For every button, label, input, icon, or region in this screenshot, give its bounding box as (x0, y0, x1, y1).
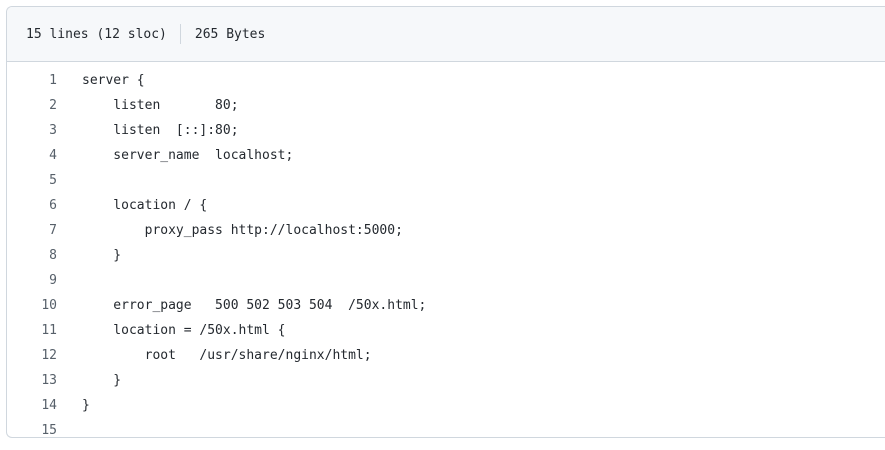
file-line-count: 15 lines (12 sloc) (26, 26, 167, 42)
line-code-text (82, 168, 426, 193)
file-size: 265 Bytes (194, 26, 266, 42)
line-code-text (82, 418, 426, 437)
code-line: 3 listen [::]:80; (7, 118, 426, 143)
line-number[interactable]: 14 (7, 393, 82, 418)
line-code-text: server { (82, 73, 145, 88)
line-code-text: } (82, 373, 122, 388)
line-number[interactable]: 15 (7, 418, 82, 437)
line-code-text: error_page 500 502 503 504 /50x.html; (82, 298, 427, 313)
line-number[interactable]: 3 (7, 118, 82, 143)
code-line: 6 location / { (7, 193, 426, 218)
code-line: 12 root /usr/share/nginx/html; (7, 343, 426, 368)
line-code-text (82, 268, 426, 293)
line-number[interactable]: 10 (7, 293, 82, 318)
line-number[interactable]: 12 (7, 343, 82, 368)
code-line: 1 server { (7, 68, 426, 93)
line-code-text: listen 80; (82, 98, 239, 113)
line-number[interactable]: 13 (7, 368, 82, 393)
line-number[interactable]: 1 (7, 68, 82, 93)
code-line: 15 (7, 418, 426, 437)
line-number[interactable]: 5 (7, 168, 82, 193)
file-header: 15 lines (12 sloc) 265 Bytes (7, 7, 885, 62)
line-code-text: proxy_pass http://localhost:5000; (82, 223, 403, 238)
line-number[interactable]: 8 (7, 243, 82, 268)
line-number[interactable]: 2 (7, 93, 82, 118)
line-number[interactable]: 9 (7, 268, 82, 293)
code-line: 8 } (7, 243, 426, 268)
line-number[interactable]: 4 (7, 143, 82, 168)
code-line: 10 error_page 500 502 503 504 /50x.html; (7, 293, 426, 318)
code-table: 1 server {2 listen 80; 3 listen [::]:80; 4 … (7, 68, 426, 437)
line-code-text: } (82, 398, 90, 413)
line-number[interactable]: 11 (7, 318, 82, 343)
code-line: 14} (7, 393, 426, 418)
code-line: 5 (7, 168, 426, 193)
line-number[interactable]: 6 (7, 193, 82, 218)
code-line: 2 listen 80; (7, 93, 426, 118)
code-line: 7 proxy_pass http://localhost:5000; (7, 218, 426, 243)
line-code-text: server_name localhost; (82, 148, 294, 163)
code-line: 13 } (7, 368, 426, 393)
line-number[interactable]: 7 (7, 218, 82, 243)
line-code-text: location / { (82, 198, 208, 213)
code-line: 9 (7, 268, 426, 293)
line-code-text: location = /50x.html { (82, 323, 286, 338)
code-file-viewer: 15 lines (12 sloc) 265 Bytes 1 server {2 … (6, 6, 885, 438)
code-line: 4 server_name localhost; (7, 143, 426, 168)
line-code-text: } (82, 248, 122, 263)
line-code-text: root /usr/share/nginx/html; (82, 348, 372, 363)
line-code-text: listen [::]:80; (82, 123, 239, 138)
code-line: 11 location = /50x.html { (7, 318, 426, 343)
code-body: 1 server {2 listen 80; 3 listen [::]:80; 4 … (7, 68, 426, 437)
